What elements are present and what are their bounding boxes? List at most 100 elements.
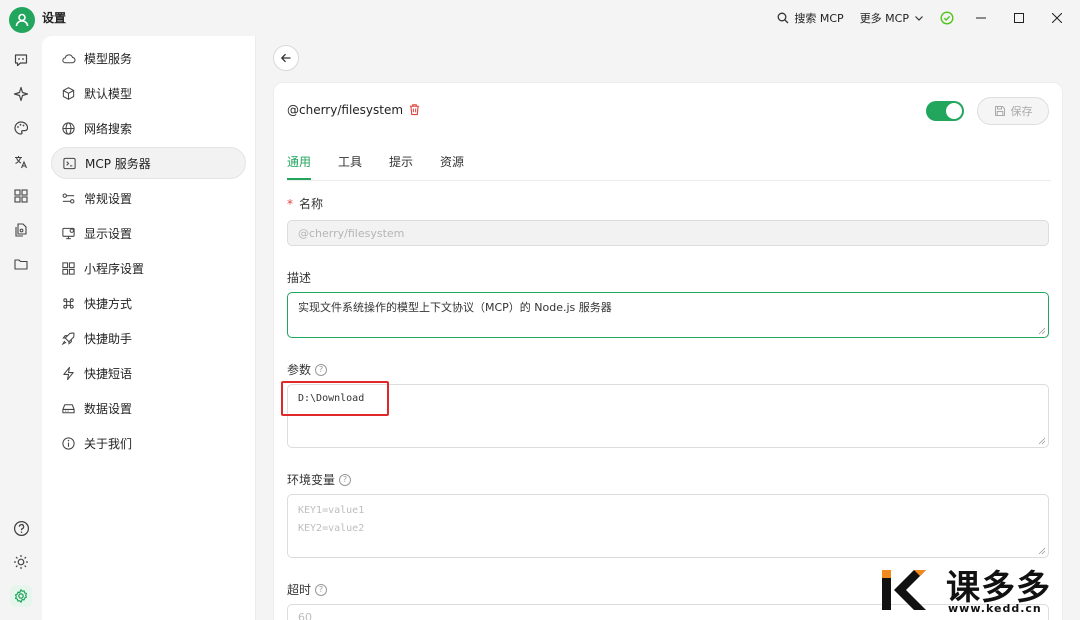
close-icon — [1052, 13, 1062, 23]
menu-item-label: 显示设置 — [84, 226, 133, 241]
menu-item-label: 模型服务 — [84, 51, 133, 66]
tab-resources[interactable]: 资源 — [440, 153, 464, 170]
settings-menu: 模型服务 默认模型 网络搜索 MCP 服务器 常规设置 显示设置 小程序设置 快… — [42, 36, 256, 620]
resize-handle-icon — [1038, 437, 1046, 445]
menu-item-data-settings[interactable]: 数据设置 — [51, 392, 246, 424]
timeout-value: 60 — [298, 611, 312, 620]
help-circle-icon[interactable]: ? — [315, 583, 328, 596]
menu-item-mcp-servers[interactable]: MCP 服务器 — [51, 147, 246, 179]
delete-button[interactable] — [408, 103, 421, 119]
brightness-icon[interactable] — [12, 553, 30, 571]
resize-handle-icon — [1038, 327, 1046, 335]
tab-prompts[interactable]: 提示 — [389, 153, 413, 170]
hard-drive-icon — [62, 403, 75, 413]
env-label: 环境变量 ? — [287, 471, 352, 488]
help-circle-icon[interactable]: ? — [339, 473, 352, 486]
env-placeholder-line: KEY2=value2 — [298, 523, 365, 534]
command-icon — [63, 297, 74, 309]
folder-icon[interactable] — [12, 255, 30, 273]
back-button[interactable] — [273, 45, 299, 71]
required-asterisk: * — [287, 196, 293, 211]
menu-item-label: 网络搜索 — [84, 121, 133, 136]
description-textarea[interactable]: 实现文件系统操作的模型上下文协议（MCP）的 Node.js 服务器 — [287, 292, 1049, 338]
save-button[interactable]: 保存 — [977, 97, 1049, 125]
tab-bar: 通用 工具 提示 资源 — [287, 151, 1051, 181]
resize-handle-icon — [1038, 547, 1046, 555]
menu-item-about-us[interactable]: 关于我们 — [51, 427, 246, 459]
chevron-down-icon — [915, 16, 923, 21]
minimize-button[interactable] — [962, 0, 1000, 36]
timeout-label-text: 超时 — [287, 583, 312, 597]
server-name: @cherry/filesystem — [287, 103, 404, 117]
terminal-icon — [63, 157, 76, 169]
user-avatar-icon[interactable] — [9, 7, 35, 33]
name-label: * 名称 — [287, 195, 323, 212]
tab-tools[interactable]: 工具 — [338, 153, 362, 170]
maximize-button[interactable] — [1000, 0, 1038, 36]
arrow-left-icon — [280, 53, 291, 63]
help-circle-icon[interactable]: ? — [315, 363, 328, 376]
status-ok-indicator[interactable] — [932, 0, 962, 36]
server-enabled-toggle[interactable] — [926, 101, 964, 121]
search-mcp-label: 搜索 MCP — [794, 12, 844, 25]
menu-item-quick-assistant[interactable]: 快捷助手 — [51, 322, 246, 354]
menu-item-label: 快捷方式 — [84, 296, 133, 311]
save-label: 保存 — [1010, 105, 1033, 118]
env-placeholder-line: KEY1=value1 — [298, 505, 365, 516]
menu-item-label: 默认模型 — [84, 86, 133, 101]
menu-item-label: 关于我们 — [84, 436, 133, 451]
sliders-icon — [62, 192, 75, 204]
watermark: 课多多 www.kedd.cn — [880, 560, 1080, 620]
name-field[interactable]: @cherry/filesystem — [287, 220, 1049, 246]
menu-item-model-service[interactable]: 模型服务 — [51, 42, 246, 74]
grid-icon — [62, 261, 75, 275]
menu-item-quick-phrases[interactable]: 快捷短语 — [51, 357, 246, 389]
apps-grid-icon[interactable] — [12, 187, 30, 205]
watermark-logo-icon — [882, 570, 926, 610]
args-textarea[interactable]: D:\Download — [287, 384, 1049, 448]
maximize-icon — [1014, 13, 1024, 23]
close-button[interactable] — [1038, 0, 1076, 36]
search-icon — [777, 12, 789, 24]
chat-icon[interactable] — [12, 51, 30, 69]
timeout-label: 超时 ? — [287, 581, 328, 598]
menu-item-display-settings[interactable]: 显示设置 — [51, 217, 246, 249]
check-circle-icon — [940, 11, 954, 25]
sparkle-icon[interactable] — [12, 85, 30, 103]
menu-item-general-settings[interactable]: 常规设置 — [51, 182, 246, 214]
active-tab-indicator — [287, 178, 311, 180]
translate-icon[interactable] — [12, 153, 30, 171]
settings-gear-icon[interactable] — [10, 585, 32, 607]
monitor-icon — [62, 227, 75, 239]
name-label-text: 名称 — [299, 197, 324, 211]
minimize-icon — [976, 17, 986, 19]
annotation-highlight-box — [281, 381, 389, 416]
more-mcp-button[interactable]: 更多 MCP — [852, 0, 932, 36]
help-icon[interactable] — [12, 519, 30, 537]
menu-item-label: 常规设置 — [84, 191, 133, 206]
menu-item-label: 快捷短语 — [84, 366, 133, 381]
menu-item-label: 小程序设置 — [84, 261, 145, 276]
search-mcp-button[interactable]: 搜索 MCP — [769, 0, 851, 36]
more-mcp-label: 更多 MCP — [859, 12, 909, 25]
env-textarea[interactable]: KEY1=value1 KEY2=value2 — [287, 494, 1049, 558]
title-bar: 设置 搜索 MCP 更多 MCP — [0, 0, 1080, 36]
menu-item-default-model[interactable]: 默认模型 — [51, 77, 246, 109]
mcp-server-card: @cherry/filesystem 保存 通用 工具 提示 资源 * 名称 @… — [273, 82, 1063, 620]
cloud-icon — [62, 53, 76, 63]
menu-item-shortcuts[interactable]: 快捷方式 — [51, 287, 246, 319]
menu-item-label: 数据设置 — [84, 401, 133, 416]
main-content: @cherry/filesystem 保存 通用 工具 提示 资源 * 名称 @… — [256, 36, 1080, 620]
menu-item-miniapp-settings[interactable]: 小程序设置 — [51, 252, 246, 284]
menu-item-label: MCP 服务器 — [85, 156, 151, 171]
icon-rail — [0, 36, 42, 620]
save-icon — [994, 106, 1005, 116]
window-title: 设置 — [42, 11, 67, 25]
description-text: 实现文件系统操作的模型上下文协议（MCP）的 Node.js 服务器 — [298, 301, 612, 314]
globe-icon — [62, 121, 75, 135]
tab-general[interactable]: 通用 — [287, 153, 311, 170]
menu-item-web-search[interactable]: 网络搜索 — [51, 112, 246, 144]
palette-icon[interactable] — [12, 119, 30, 137]
files-icon[interactable] — [12, 221, 30, 239]
info-icon — [62, 436, 75, 450]
